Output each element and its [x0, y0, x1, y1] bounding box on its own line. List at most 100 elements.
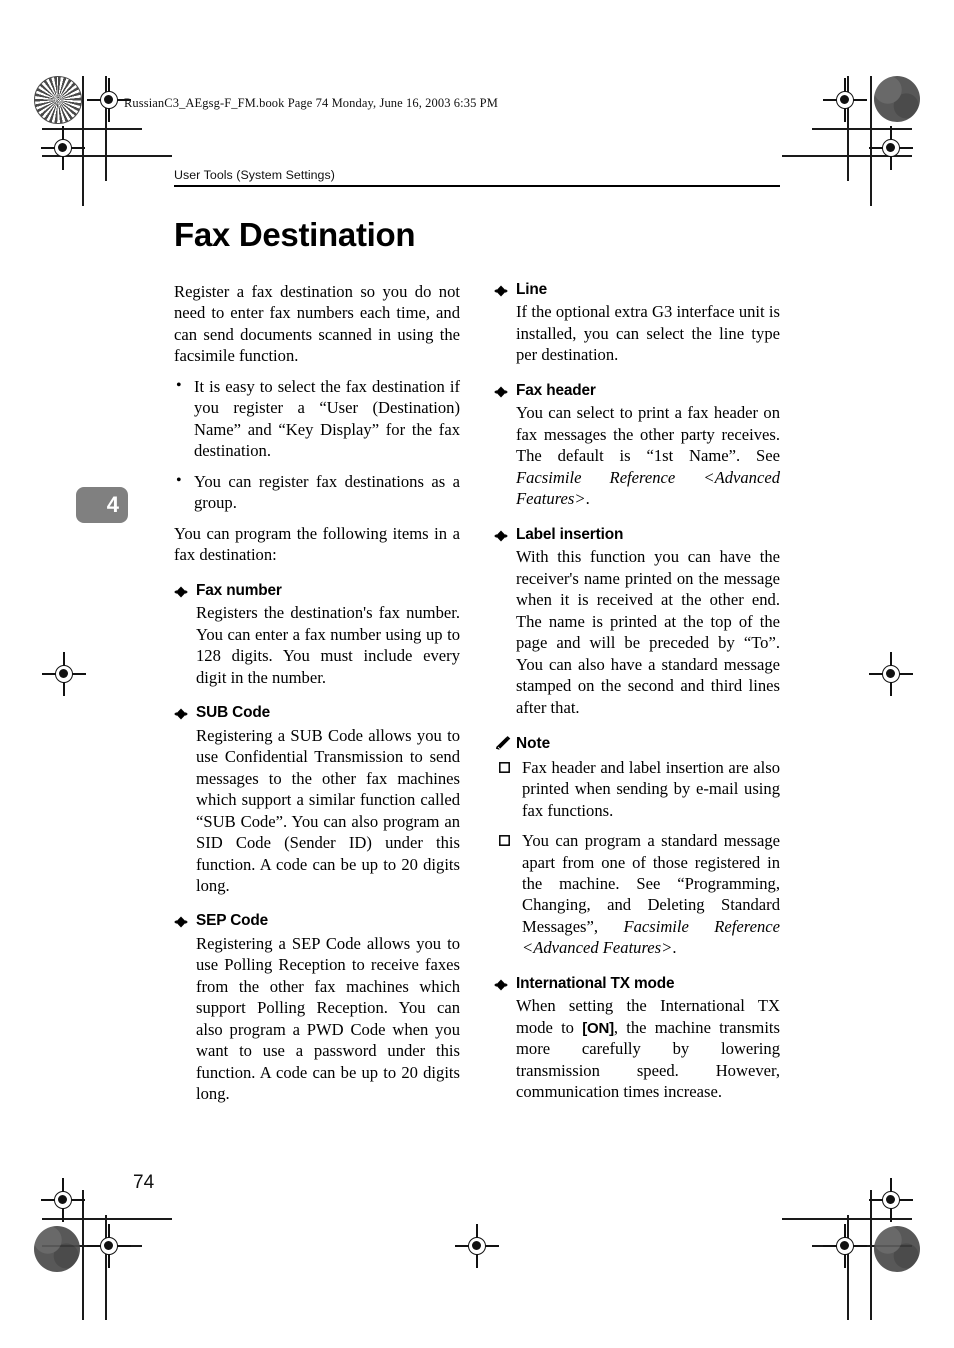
crosshair-target-mark [87, 1224, 131, 1268]
crosshair-target-mark [823, 1224, 867, 1268]
note-item-text: Fax header and label insertion are also … [522, 757, 780, 820]
crosshair-target-mark [42, 652, 86, 696]
crop-mark-line [847, 1215, 849, 1320]
hollow-square-bullet-icon [499, 835, 510, 846]
chapter-number-tab: 4 [76, 487, 128, 523]
crosshair-target-mark [41, 126, 85, 170]
left-column: Register a fax destination so you do not… [174, 281, 460, 1105]
crop-mark-line [105, 1215, 107, 1320]
section-body: Registering a SUB Code allows you to use… [196, 725, 460, 895]
diamond-bullet-icon [174, 586, 188, 598]
section-body: With this function you can have the rece… [516, 547, 780, 717]
list-item-text: You can register fax destinations as a g… [194, 471, 460, 513]
list-item: • It is easy to select the fax destinati… [174, 376, 460, 462]
chapter-number-label: 4 [106, 492, 119, 517]
density-patch-mark [34, 1226, 80, 1272]
section-sep-code: SEP Code Registering a SEP Code allows y… [174, 912, 460, 1104]
section-body: When setting the International TX mode t… [494, 995, 780, 1102]
section-body: If the optional extra G3 interface unit … [516, 302, 780, 365]
right-column: Line If the optional extra G3 interface … [494, 281, 780, 1105]
cross-reference-italic: Facsimile Reference <Advanced Features> [516, 467, 780, 509]
section-heading-label: Label insertion [516, 525, 624, 543]
diamond-bullet-icon [174, 708, 188, 720]
crop-mark-line [42, 1218, 172, 1220]
running-header: User Tools (System Settings) [174, 168, 335, 182]
section-heading: SUB Code [174, 704, 460, 722]
section-heading-label: SUB Code [196, 704, 271, 722]
round-bullet-icon: • [176, 471, 182, 489]
note-heading-label: Note [516, 735, 551, 753]
section-body: Registers the destination's fax number. … [196, 603, 460, 687]
note-block: Note Fax header and label insertion are … [494, 735, 780, 959]
section-heading: SEP Code [174, 912, 460, 930]
ui-key-label: [ON] [582, 1019, 614, 1037]
intro-paragraph: Register a fax destination so you do not… [174, 281, 460, 366]
page-number: 74 [133, 1172, 155, 1193]
section-sub-code: SUB Code Registering a SUB Code allows y… [174, 704, 460, 896]
two-column-layout: Register a fax destination so you do not… [174, 281, 780, 1105]
section-heading: Fax number [174, 582, 460, 600]
crop-mark-line [82, 1190, 84, 1320]
crosshair-target-mark [869, 652, 913, 696]
density-patch-mark [874, 76, 920, 122]
crop-mark-line [105, 76, 107, 181]
crop-mark-line [812, 1245, 912, 1247]
crosshair-target-mark [455, 1224, 499, 1268]
crosshair-target-mark [869, 126, 913, 170]
density-patch-mark [874, 1226, 920, 1272]
section-heading-label: SEP Code [196, 912, 269, 930]
section-body: You can select to print a fax header on … [494, 402, 780, 509]
crosshair-target-mark [869, 1178, 913, 1222]
crop-mark-line [812, 128, 912, 130]
section-fax-number: Fax number Registers the destination's f… [174, 582, 460, 688]
section-fax-header: Fax header You can select to print a fax… [494, 382, 780, 510]
section-international-tx-mode: International TX mode When setting the I… [494, 975, 780, 1103]
diamond-bullet-icon [494, 386, 508, 398]
section-body-text: You can select to print a fax header on … [516, 403, 780, 466]
round-bullet-icon: • [176, 376, 182, 394]
section-line: Line If the optional extra G3 interface … [494, 281, 780, 366]
crop-mark-line [82, 76, 84, 206]
file-slug-header: RussianC3_AEgsg-F_FM.book Page 74 Monday… [124, 96, 498, 110]
page-content: User Tools (System Settings) Fax Destina… [174, 168, 780, 1105]
section-heading: Label insertion [494, 526, 780, 544]
crop-mark-line [870, 1190, 872, 1320]
section-heading-label: Line [516, 280, 548, 298]
page-title: Fax Destination [174, 215, 416, 253]
pencil-note-icon [496, 736, 511, 750]
section-label-insertion: Label insertion With this function you c… [494, 526, 780, 718]
section-heading-label: Fax number [196, 581, 282, 599]
section-heading: Fax header [494, 382, 780, 400]
crop-mark-line [782, 155, 912, 157]
crop-mark-line [42, 1245, 142, 1247]
diamond-bullet-icon [494, 530, 508, 542]
diamond-bullet-icon [494, 285, 508, 297]
section-body-text-end: . [585, 489, 590, 509]
crop-mark-line [847, 76, 849, 181]
crop-mark-line [42, 155, 172, 157]
section-heading: Line [494, 281, 780, 299]
diamond-bullet-icon [174, 916, 188, 928]
intro-bullet-list: • It is easy to select the fax destinati… [174, 376, 460, 514]
crosshair-target-mark [823, 78, 867, 122]
list-item: • You can register fax destinations as a… [174, 471, 460, 514]
section-heading-label: Fax header [516, 381, 596, 399]
crosshair-target-mark [41, 1178, 85, 1222]
section-heading-label: International TX mode [516, 974, 675, 992]
lead-in-paragraph: You can program the following items in a… [174, 523, 460, 565]
section-body: Registering a SEP Code allows you to use… [196, 933, 460, 1104]
diamond-bullet-icon [494, 979, 508, 991]
note-list-item: You can program a standard message apart… [494, 830, 780, 959]
star-target-mark [34, 76, 82, 124]
header-rule [174, 185, 780, 187]
crop-mark-line [782, 1218, 912, 1220]
note-heading: Note [494, 735, 780, 753]
page-sheet: RussianC3_AEgsg-F_FM.book Page 74 Monday… [0, 0, 954, 1348]
list-item-text: It is easy to select the fax destination… [194, 376, 460, 461]
section-heading: International TX mode [494, 975, 780, 993]
crop-mark-line [870, 76, 872, 206]
note-item-text-end: . [672, 938, 677, 958]
crop-mark-line [42, 128, 142, 130]
hollow-square-bullet-icon [499, 761, 510, 773]
note-list-item: Fax header and label insertion are also … [494, 757, 780, 821]
